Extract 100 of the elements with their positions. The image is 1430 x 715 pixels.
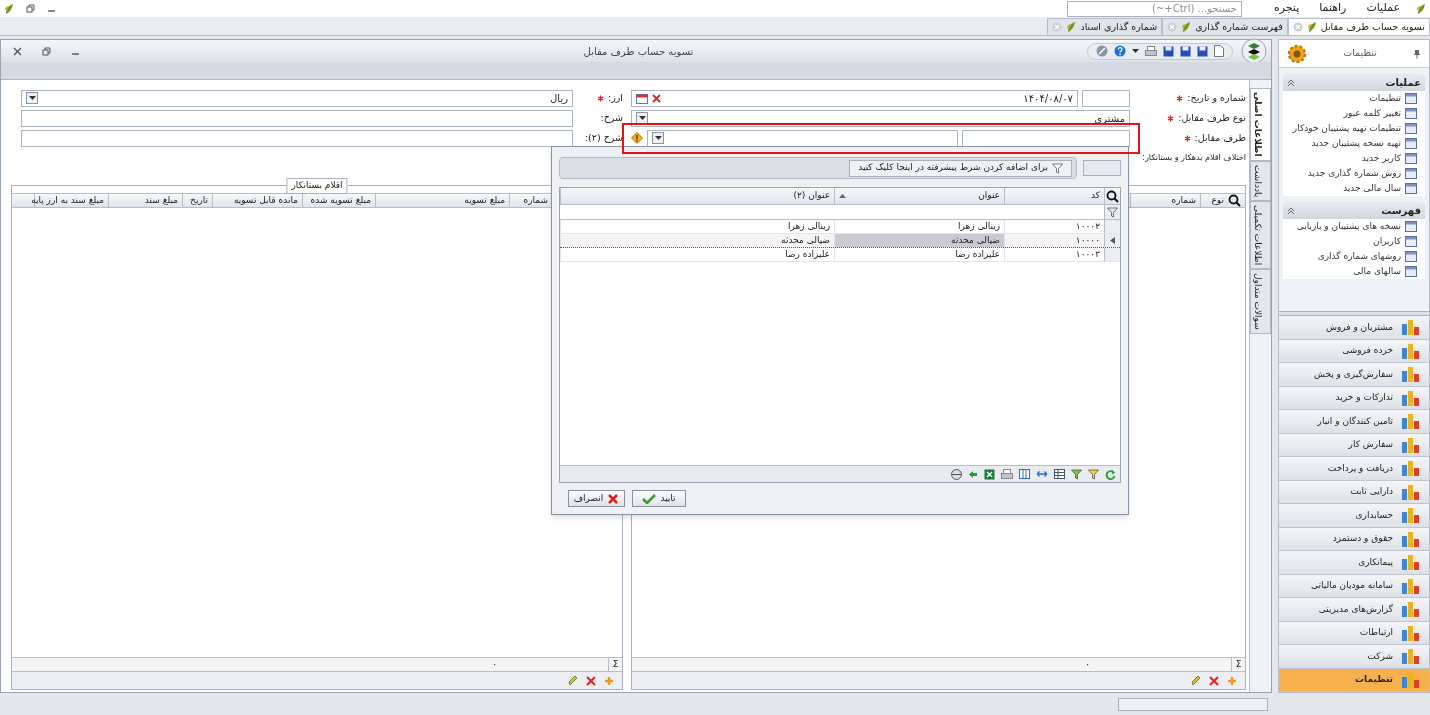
module-button[interactable]: سفارش‌گیری و پخش <box>1279 363 1429 387</box>
restore-icon[interactable] <box>42 46 51 56</box>
column-header[interactable]: مبلغ تسویه <box>375 194 509 207</box>
dropdown-button[interactable] <box>636 112 648 124</box>
funnel-icon[interactable] <box>1052 162 1063 174</box>
code-field[interactable] <box>962 129 1130 147</box>
module-button[interactable]: مشتریان و فروش <box>1279 316 1429 340</box>
collapse-icon[interactable] <box>1287 78 1295 87</box>
tab[interactable]: شماره گذاری اسناد <box>1047 18 1163 35</box>
module-button[interactable]: دارایی ثابت <box>1279 480 1429 504</box>
date-field[interactable]: ۱۴۰۴/۰۸/۰۷ <box>631 89 1078 107</box>
disc-logo-icon[interactable] <box>1241 38 1267 64</box>
table-row[interactable]: ۱۰۰۰۰ ضیالی محدثه ضیالی محدثه <box>560 234 1120 248</box>
print-icon[interactable] <box>1145 45 1157 57</box>
search-icon[interactable] <box>1106 189 1119 203</box>
module-button[interactable]: تنظیمات <box>1279 668 1429 692</box>
sidebar-link[interactable]: نسخه های پشتیبان و بازیابی <box>1296 219 1401 234</box>
search-field[interactable]: جستجو... (Ctrl+~) <box>1066 0 1242 17</box>
column-header[interactable]: عنوان <box>834 188 1004 204</box>
section-header[interactable]: عملیات <box>1283 74 1425 91</box>
column-header[interactable]: مبلغ سند <box>108 194 182 207</box>
back-arrow-icon[interactable] <box>968 469 978 479</box>
filter-button[interactable]: برای اضافه کردن شرط پیشرفته در اینجا کلیک کنید <box>849 159 1072 177</box>
column-header[interactable]: کد <box>1004 188 1104 204</box>
module-button[interactable]: خرده فروشی <box>1279 339 1429 363</box>
module-button[interactable]: تدارکات و خرید <box>1279 386 1429 410</box>
search-icon[interactable] <box>1228 194 1241 207</box>
pin-icon[interactable] <box>1413 48 1421 59</box>
sidebar-link[interactable]: روشهای شماره گذاری <box>1317 249 1401 264</box>
collapse-icon[interactable] <box>1287 206 1295 215</box>
sidebar-link[interactable]: سال مالی جدید <box>1343 181 1401 196</box>
module-button[interactable]: تامین کنندگان و انبار <box>1279 410 1429 434</box>
module-button[interactable]: شرکت <box>1279 645 1429 669</box>
refresh-icon[interactable] <box>1105 468 1116 480</box>
sidebar-link[interactable]: تنظیمات تهیه پشتیبان خودکار <box>1292 121 1401 136</box>
number-field[interactable] <box>1082 89 1130 107</box>
text-field[interactable] <box>21 109 573 127</box>
save-icon[interactable] <box>1197 45 1208 57</box>
side-tab[interactable]: اطلاعات تکمیلی <box>1250 200 1271 270</box>
sidebar-link[interactable]: کاربر جدید <box>1361 151 1401 166</box>
funnel-icon[interactable] <box>1088 468 1099 480</box>
close-icon[interactable] <box>13 46 22 56</box>
save-icon[interactable] <box>1163 45 1174 57</box>
module-button[interactable]: حسابداری <box>1279 504 1429 528</box>
document-icon[interactable] <box>1214 45 1224 57</box>
module-button[interactable]: گزارش‌های مدیریتی <box>1279 598 1429 622</box>
disk-icon[interactable] <box>951 468 962 480</box>
tab[interactable]: تسویه حساب طرف مقابل <box>1287 18 1430 35</box>
calendar-icon[interactable] <box>636 92 648 104</box>
print-icon[interactable] <box>1001 468 1013 480</box>
column-header[interactable]: مبلغ سند به ارز پایه <box>34 194 108 207</box>
module-button[interactable]: ارتباطات <box>1279 621 1429 645</box>
section-header[interactable]: فهرست <box>1283 202 1425 219</box>
text-field[interactable] <box>21 129 573 147</box>
column-header[interactable]: نوع <box>1200 194 1245 207</box>
delete-icon[interactable] <box>1209 675 1219 686</box>
module-button[interactable]: سفارش کار <box>1279 433 1429 457</box>
sidebar-link[interactable]: تهیه نسخه پشتیبان جدید <box>1311 136 1401 151</box>
module-button[interactable]: حقوق و دستمزد <box>1279 527 1429 551</box>
table-row[interactable]: ۱۰۰۰۳ علیزاده رضا علیزاده رضا <box>560 248 1120 262</box>
spreadsheet-icon[interactable] <box>984 468 995 480</box>
tab[interactable]: فهرست شماره گذاری <box>1162 18 1288 35</box>
module-button[interactable]: پیمانکاری <box>1279 551 1429 575</box>
module-button[interactable]: سامانه مودیان مالیاتی <box>1279 574 1429 598</box>
cancel-button[interactable]: انصراف <box>568 490 625 507</box>
ok-button[interactable]: تایید <box>632 490 686 507</box>
column-header[interactable]: عنوان (۲) <box>560 188 834 204</box>
sidebar-link[interactable]: سالهای مالی <box>1353 264 1401 279</box>
columns-icon[interactable] <box>1019 469 1030 479</box>
column-header[interactable]: تاریخ <box>182 194 212 207</box>
column-header[interactable]: مانده قابل تسویه <box>212 194 302 207</box>
menu-item[interactable]: عملیات <box>1362 0 1404 17</box>
grid-icon[interactable] <box>1054 469 1065 479</box>
funnel-icon[interactable] <box>1107 206 1118 218</box>
dropdown-button[interactable] <box>652 132 664 144</box>
sidebar-link[interactable]: کاربران <box>1373 234 1401 249</box>
module-button[interactable]: دریافت و پرداخت <box>1279 457 1429 481</box>
compass-icon[interactable] <box>1096 45 1108 57</box>
combo-field[interactable]: ریال <box>21 89 573 107</box>
pencil-icon[interactable] <box>1191 675 1201 686</box>
clear-icon[interactable] <box>652 93 661 103</box>
dropdown-button[interactable] <box>26 92 38 104</box>
restore-icon[interactable] <box>26 4 35 13</box>
save-icon[interactable] <box>1180 45 1191 57</box>
menu-item[interactable]: پنجره <box>1269 0 1304 17</box>
menu-item[interactable]: راهنما <box>1315 0 1351 17</box>
sidebar-link[interactable]: تغییر کلمه عبور <box>1343 106 1401 121</box>
side-tab[interactable]: اطلاعات اصلی <box>1250 88 1271 161</box>
sidebar-link[interactable]: روش شماره گذاری جدید <box>1307 166 1401 181</box>
funnel-icon[interactable] <box>1071 468 1082 480</box>
side-tab[interactable]: یادداشت <box>1250 160 1271 201</box>
column-header[interactable]: مبلغ تسویه شده <box>302 194 375 207</box>
side-tab[interactable]: سوالات متداول <box>1250 269 1271 334</box>
lookup-field[interactable] <box>647 129 958 147</box>
pencil-icon[interactable] <box>568 675 578 686</box>
sidebar-link[interactable]: تنظیمات <box>1369 91 1401 106</box>
column-header[interactable]: شماره <box>1130 194 1200 207</box>
help-icon[interactable] <box>1114 45 1126 57</box>
arrows-icon[interactable] <box>1036 470 1048 478</box>
delete-icon[interactable] <box>586 675 596 686</box>
